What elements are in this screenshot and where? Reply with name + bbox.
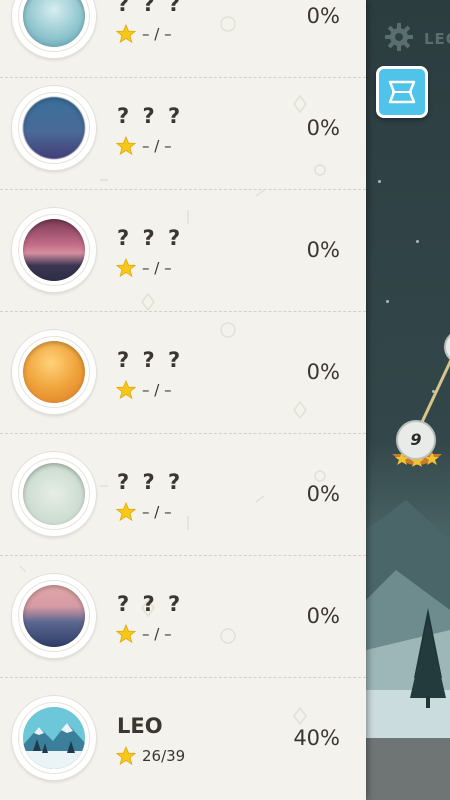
completion-percent: 40% (293, 726, 340, 750)
star-score: – / – (142, 503, 172, 521)
constellation-thumbnail (12, 208, 96, 292)
level-node[interactable]: 9 (396, 420, 436, 460)
constellation-thumbnail (12, 330, 96, 414)
thumbnail-image (23, 97, 85, 159)
constellation-name: ? ? ? (117, 470, 184, 494)
star-score: – / – (142, 259, 172, 277)
thumbnail-image (23, 585, 85, 647)
completion-percent: 0% (306, 360, 340, 384)
constellation-name: ? ? ? (117, 104, 184, 128)
thumbnail-image (23, 219, 85, 281)
constellation-row[interactable]: ? ? ? – / – 0% (0, 0, 366, 78)
map-button[interactable] (376, 66, 428, 118)
star-icon (116, 380, 136, 400)
thumbnail-image (23, 707, 85, 769)
constellation-row-leo[interactable]: LEO 26/39 40% (0, 678, 366, 800)
constellation-name: ? ? ? (117, 226, 184, 250)
mountain-scenery (366, 500, 450, 750)
completion-percent: 0% (306, 238, 340, 262)
snow-particle (416, 240, 419, 243)
constellation-name: ? ? ? (117, 348, 184, 372)
star-score: 26/39 (142, 747, 186, 765)
star-score: – / – (142, 381, 172, 399)
star-icon (116, 24, 136, 44)
star-score: – / – (142, 25, 172, 43)
completion-percent: 0% (306, 482, 340, 506)
constellation-name: ? ? ? (117, 592, 184, 616)
constellation-thumbnail (12, 574, 96, 658)
constellation-row[interactable]: ? ? ? – / – 0% (0, 190, 366, 312)
constellation-thumbnail (12, 86, 96, 170)
gear-icon[interactable] (384, 22, 414, 52)
constellation-row[interactable]: ? ? ? – / – 0% (0, 434, 366, 556)
constellation-name: LEO (117, 714, 163, 738)
snow-particle (378, 180, 381, 183)
constellation-thumbnail (12, 0, 96, 58)
thumbnail-image (23, 341, 85, 403)
star-icon (116, 258, 136, 278)
constellation-map[interactable]: LEO 9 (366, 0, 450, 800)
winter-landscape-image (23, 707, 85, 769)
constellation-row[interactable]: ? ? ? – / – 0% (0, 68, 366, 190)
completion-percent: 0% (306, 604, 340, 628)
bottom-bar (366, 738, 450, 800)
map-icon (388, 80, 416, 104)
star-score: – / – (142, 137, 172, 155)
star-score: – / – (142, 625, 172, 643)
constellation-name: ? ? ? (117, 0, 184, 16)
star-icon (116, 746, 136, 766)
constellation-row[interactable]: ? ? ? – / – 0% (0, 312, 366, 434)
completion-percent: 0% (306, 4, 340, 28)
star-icon (116, 136, 136, 156)
star-icon (116, 624, 136, 644)
constellation-list-panel[interactable]: ? ? ? – / – 0% ? ? ? – / – 0% ? ? ? – / … (0, 0, 366, 800)
constellation-thumbnail (12, 696, 96, 780)
constellation-row[interactable]: ? ? ? – / – 0% (0, 556, 366, 678)
current-constellation-label: LEO (424, 30, 450, 48)
completion-percent: 0% (306, 116, 340, 140)
snow-particle (386, 300, 389, 303)
thumbnail-image (23, 463, 85, 525)
constellation-thumbnail (12, 452, 96, 536)
star-icon (116, 502, 136, 522)
thumbnail-image (23, 0, 85, 47)
